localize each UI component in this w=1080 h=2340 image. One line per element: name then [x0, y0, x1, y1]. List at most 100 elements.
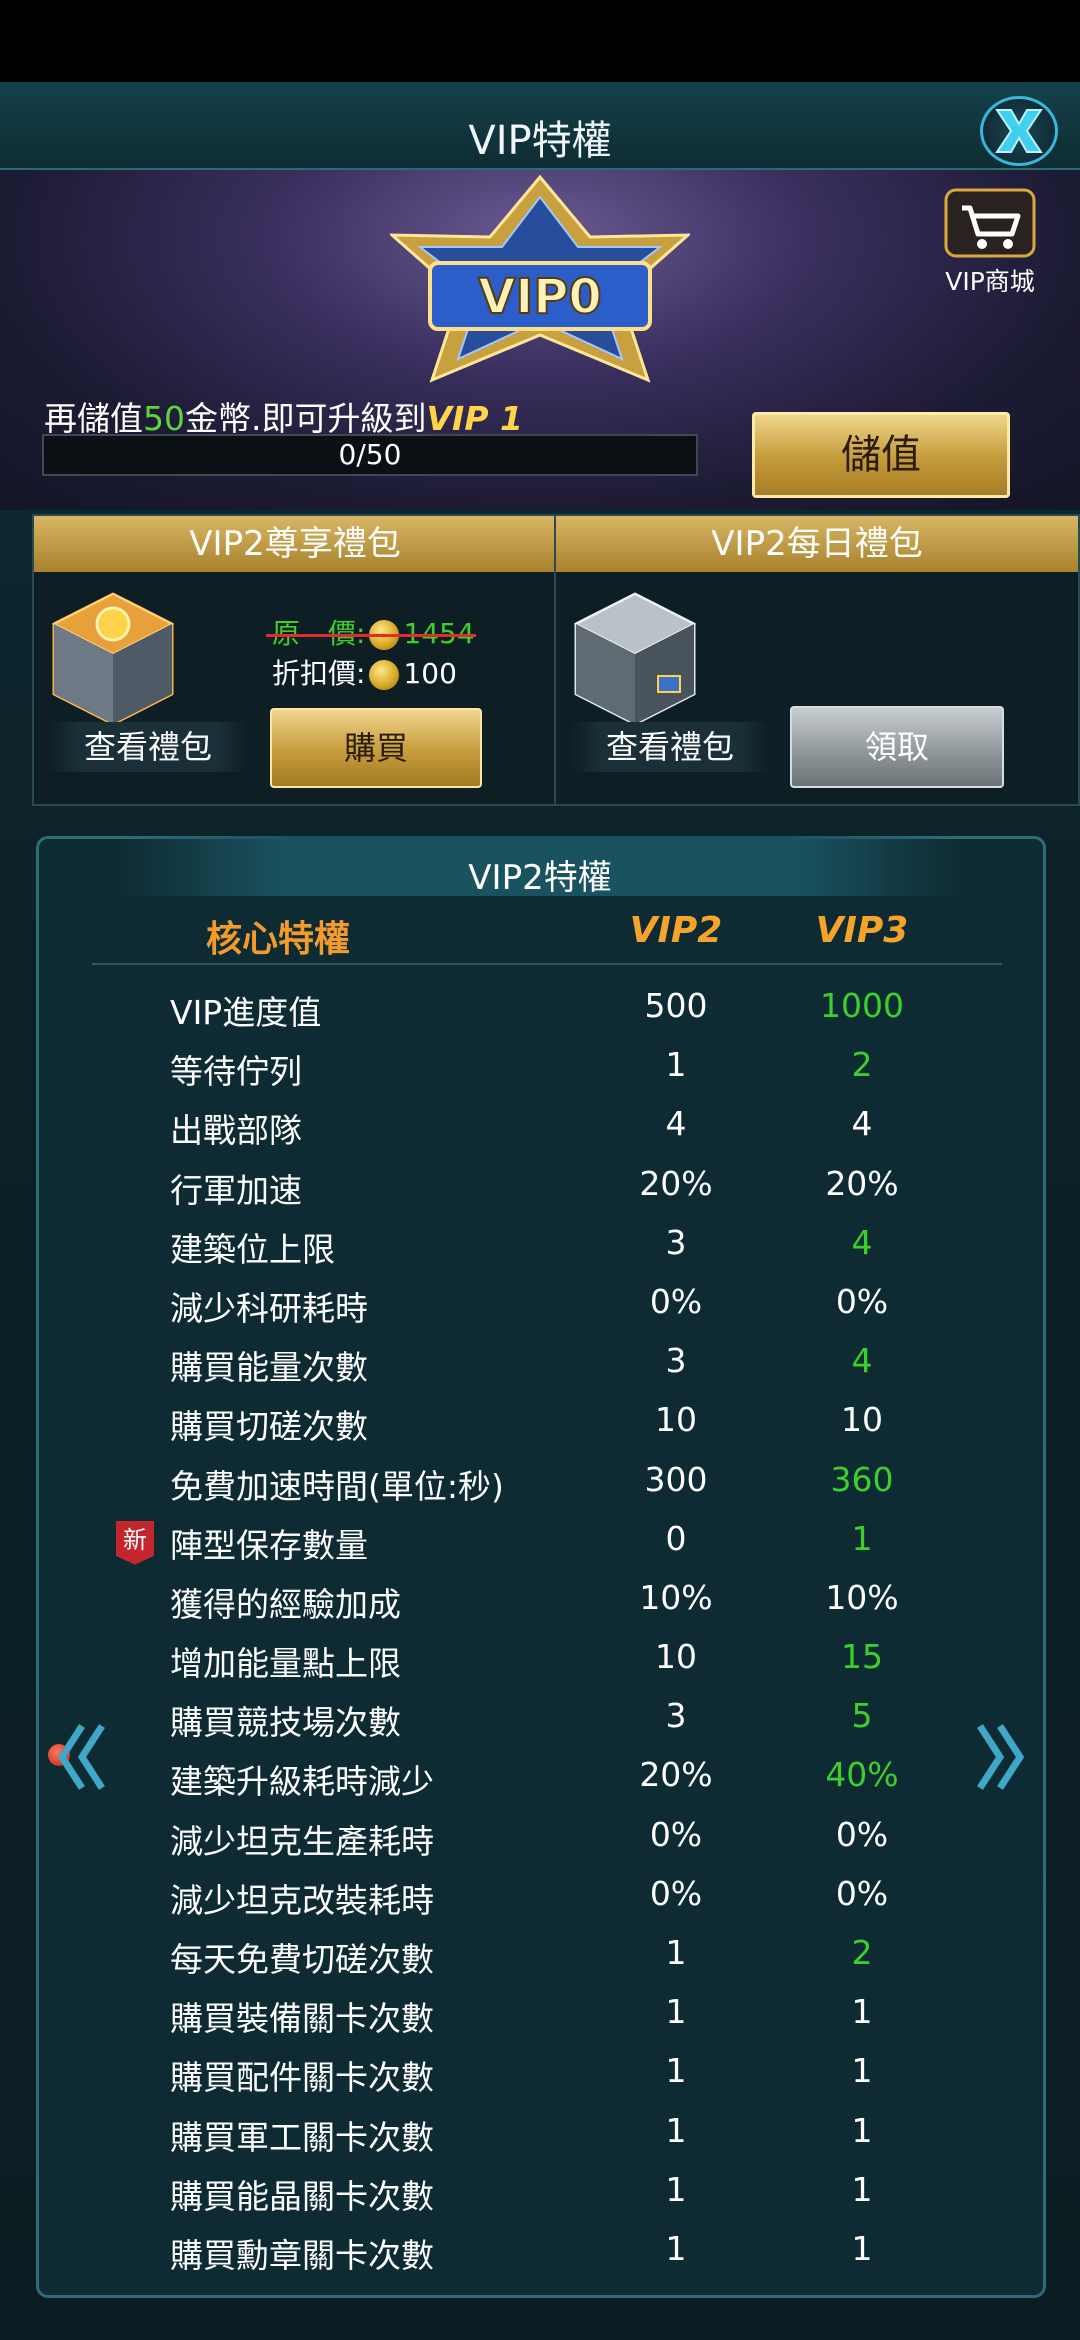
vip-badge: VIP0	[390, 175, 690, 383]
privilege-name: VIP進度值	[170, 993, 322, 1032]
privilege-row: 新陣型保存數量 0 1	[0, 1515, 1080, 1574]
privilege-row: 減少坦克改裝耗時 0% 0%	[0, 1870, 1080, 1929]
privilege-name: 等待佇列	[170, 1052, 302, 1092]
privilege-row: 購買配件關卡次數 1 1	[0, 2047, 1080, 2106]
buy-button[interactable]: 購買	[270, 708, 482, 788]
gold-chest-icon	[51, 592, 175, 726]
silver-chest-icon	[573, 592, 697, 726]
privilege-row: 購買能晶關卡次數 1 1	[0, 2166, 1080, 2225]
next-vip-value: 4	[851, 1104, 873, 1144]
privilege-row: 等待佇列 1 2	[0, 1041, 1080, 1100]
current-vip-value: 3	[665, 1222, 687, 1262]
privilege-name: 建築升級耗時減少	[170, 1762, 434, 1802]
privilege-row: 減少坦克生產耗時 0% 0%	[0, 1811, 1080, 1870]
next-vip-value: 40%	[825, 1755, 899, 1795]
next-vip-value: 1000	[820, 986, 904, 1025]
next-vip-value: 0%	[835, 1814, 889, 1854]
current-vip-value: 0%	[649, 1814, 703, 1854]
double-chevron-right-icon[interactable]	[974, 1722, 1026, 1792]
close-button[interactable]	[980, 96, 1058, 166]
upgrade-target: VIP 1	[426, 399, 523, 438]
vip-progress-bar: 0/50	[42, 434, 698, 476]
upgrade-amount: 50	[143, 399, 185, 438]
core-privileges-heading: 核心特權	[206, 919, 351, 960]
privilege-name: 獲得的經驗加成	[170, 1584, 401, 1624]
next-vip-value: 1	[851, 2169, 873, 2209]
double-chevron-left-icon[interactable]	[56, 1722, 108, 1792]
badge-text: VIP0	[478, 269, 602, 325]
pack-title: VIP2每日禮包	[556, 516, 1078, 572]
discount-price: 100	[403, 657, 457, 690]
daily-pack-card: VIP2每日禮包 查看禮包 領取	[554, 514, 1080, 806]
privilege-row: VIP進度值 500 1000	[0, 982, 1080, 1041]
current-vip-value: 3	[665, 1341, 687, 1381]
price-strikethrough	[266, 634, 476, 637]
privilege-row: 購買切磋次數 10 10	[0, 1396, 1080, 1455]
current-vip-value: 20%	[639, 1163, 713, 1203]
privilege-name: 增加能量點上限	[170, 1644, 401, 1684]
coin-icon	[369, 660, 400, 690]
privilege-name: 購買軍工關卡次數	[170, 2117, 434, 2157]
privilege-name: 每天免費切磋次數	[170, 1940, 434, 1979]
current-vip-value: 500	[644, 986, 708, 1025]
cart-icon	[944, 188, 1036, 258]
next-vip-value: 0%	[835, 1281, 889, 1321]
privilege-row: 行軍加速 20% 20%	[0, 1160, 1080, 1219]
next-vip-value: 10%	[825, 1577, 899, 1617]
close-x-icon	[995, 109, 1043, 153]
privilege-row: 免費加速時間(單位:秒) 300 360	[0, 1456, 1080, 1515]
privilege-row: 增加能量點上限 10 15	[0, 1633, 1080, 1692]
current-vip-value: 1	[665, 2228, 687, 2268]
privilege-name: 購買裝備關卡次數	[170, 1999, 434, 2039]
upgrade-suffix: 金幣.即可升級到	[185, 399, 427, 438]
privilege-name: 購買配件關卡次數	[170, 2058, 434, 2098]
privilege-row: 出戰部隊 4 4	[0, 1100, 1080, 1159]
current-vip-value: 1	[665, 1045, 687, 1085]
current-vip-value: 10%	[639, 1577, 713, 1617]
next-vip-value: 2	[851, 1045, 873, 1085]
current-vip-column-heading: VIP2	[629, 910, 723, 951]
privilege-row: 建築位上限 3 4	[0, 1219, 1080, 1278]
privilege-name: 購買勳章關卡次數	[170, 2235, 434, 2275]
privilege-name: 減少坦克改裝耗時	[170, 1880, 434, 1920]
view-pack-button[interactable]: 查看禮包	[570, 722, 770, 772]
privilege-row: 購買軍工關卡次數 1 1	[0, 2107, 1080, 2166]
current-vip-value: 1	[665, 2169, 687, 2209]
deposit-button[interactable]: 儲值	[752, 412, 1010, 498]
privilege-row: 獲得的經驗加成 10% 10%	[0, 1574, 1080, 1633]
discount-price-row: 折扣價: 100	[272, 652, 457, 692]
privilege-row: 每天免費切磋次數 1 2	[0, 1929, 1080, 1988]
privilege-row: 購買勳章關卡次數 1 1	[0, 2225, 1080, 2284]
claim-button[interactable]: 領取	[790, 706, 1004, 788]
progress-text: 0/50	[338, 438, 402, 471]
next-vip-value: 4	[851, 1341, 873, 1381]
privilege-row: 購買裝備關卡次數 1 1	[0, 1988, 1080, 2047]
current-vip-value: 4	[665, 1104, 687, 1144]
privilege-name: 行軍加速	[170, 1170, 302, 1210]
current-vip-value: 1	[665, 1992, 687, 2032]
privilege-name: 購買能晶關卡次數	[170, 2176, 434, 2216]
next-vip-value: 360	[830, 1459, 894, 1499]
privilege-row: 建築升級耗時減少 20% 40%	[0, 1751, 1080, 1810]
current-vip-value: 1	[665, 2110, 687, 2150]
current-vip-value: 300	[644, 1459, 708, 1499]
current-vip-value: 1	[665, 2051, 687, 2091]
next-vip-value: 0%	[835, 1873, 889, 1913]
current-vip-value: 1	[665, 1933, 687, 1972]
next-vip-value: 1	[851, 2110, 873, 2150]
pack-title: VIP2尊享禮包	[34, 516, 556, 572]
next-vip-value: 20%	[825, 1163, 899, 1203]
status-bar	[0, 0, 1080, 82]
privilege-name: 建築位上限	[170, 1229, 335, 1269]
exclusive-pack-card: VIP2尊享禮包 查看禮包 原 價: 1454 折扣價: 100 購買	[32, 514, 558, 806]
upgrade-hint: 再儲值50金幣.即可升級到VIP 1	[44, 392, 523, 440]
current-vip-value: 10	[655, 1637, 697, 1677]
original-price-row: 原 價: 1454	[272, 612, 475, 652]
current-vip-value: 3	[665, 1696, 687, 1736]
privileges-table: VIP進度值 500 1000 等待佇列 1 2 出戰部隊 4 4 行軍加速 20% 20% 建築位上限…	[0, 982, 1080, 2284]
next-vip-value: 1	[851, 1518, 873, 1558]
privilege-row: 購買能量次數 3 4	[0, 1337, 1080, 1396]
privilege-name: 購買能量次數	[170, 1348, 368, 1388]
current-vip-value: 0	[665, 1518, 687, 1558]
view-pack-button[interactable]: 查看禮包	[48, 722, 248, 772]
